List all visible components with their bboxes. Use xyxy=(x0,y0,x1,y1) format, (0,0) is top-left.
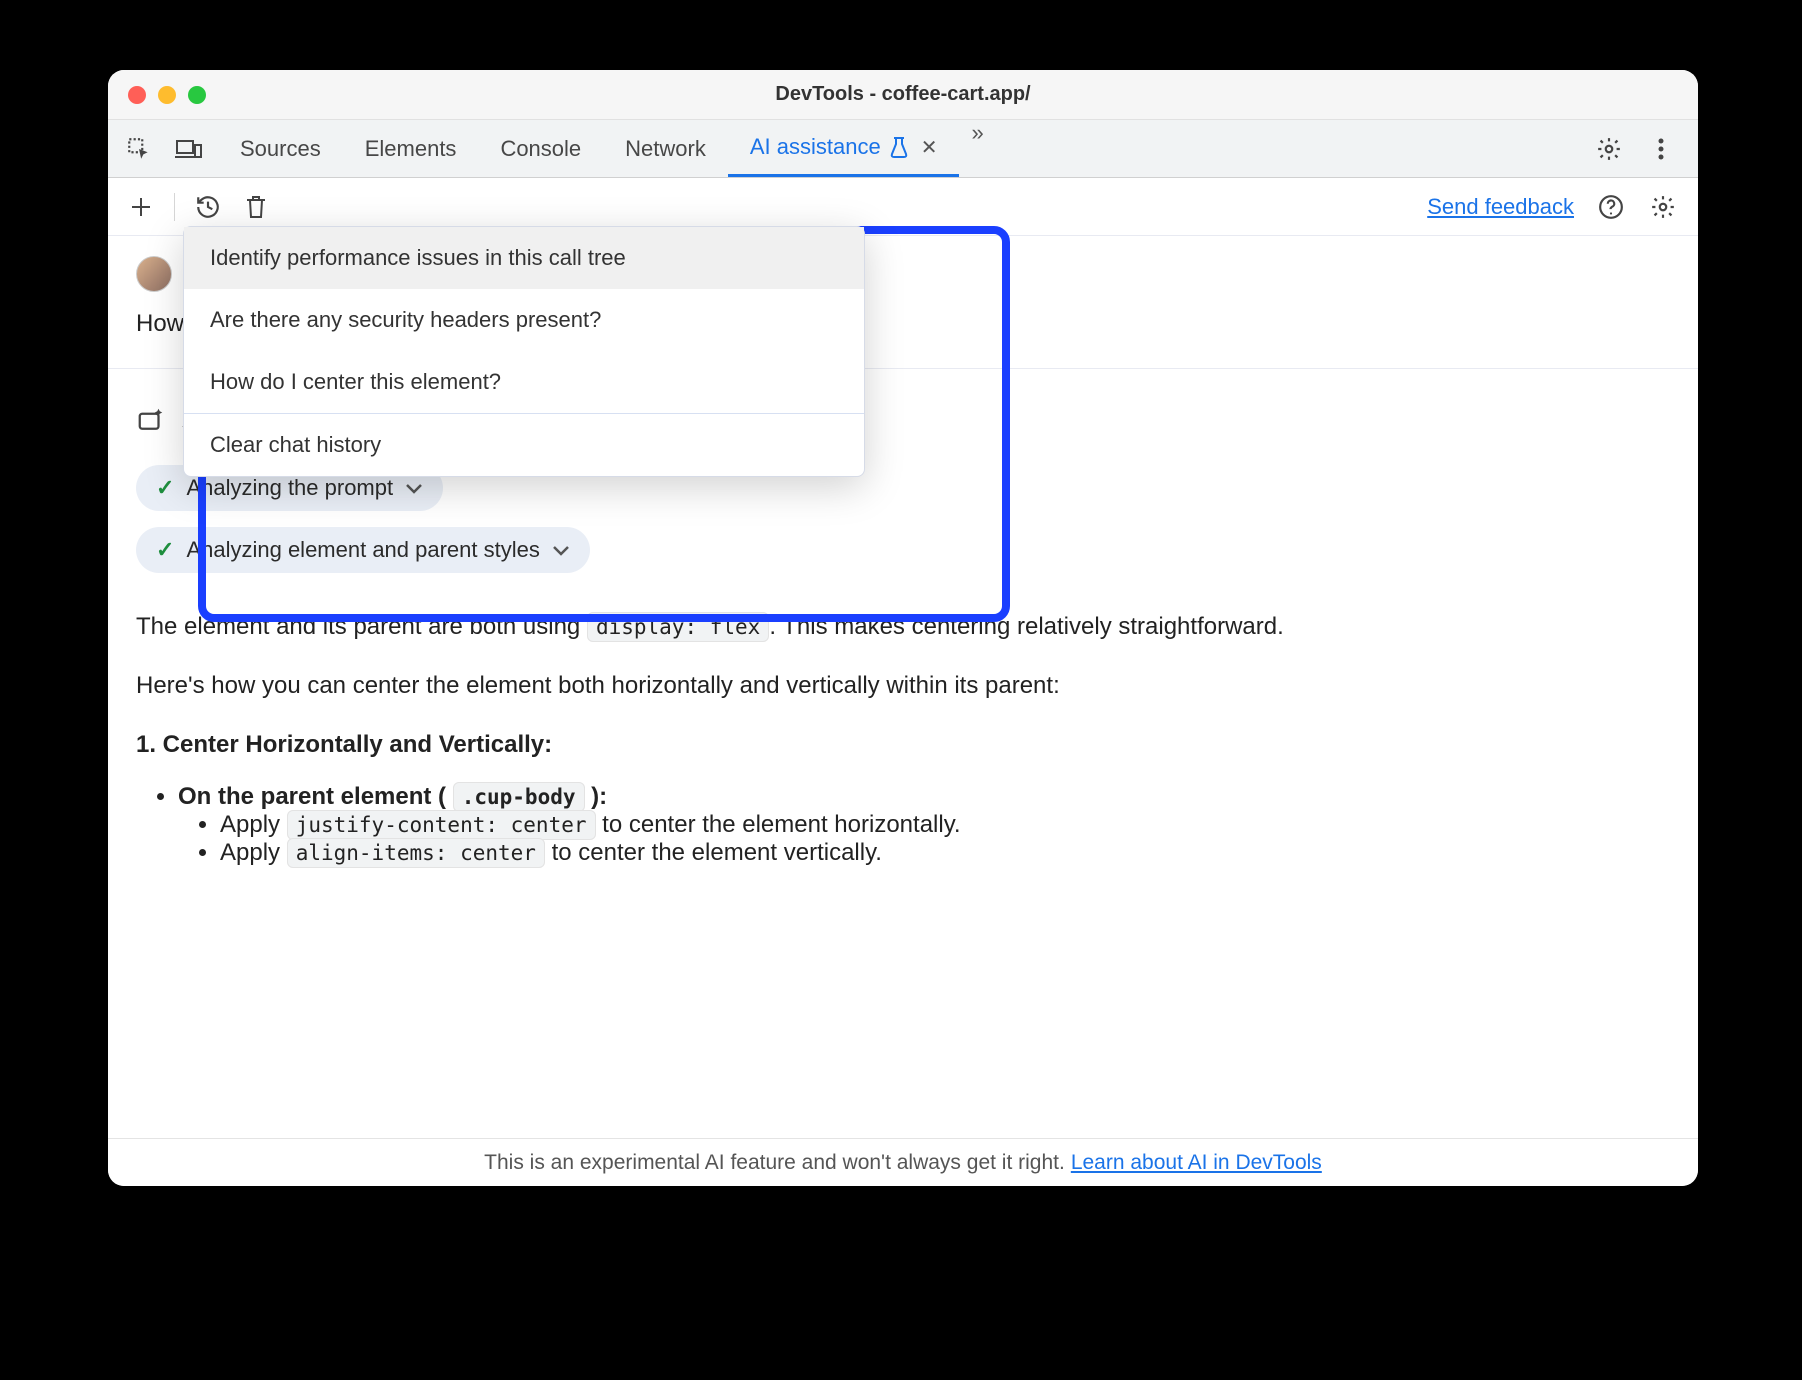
send-feedback-link[interactable]: Send feedback xyxy=(1427,194,1574,220)
history-item[interactable]: How do I center this element? xyxy=(184,351,864,413)
check-icon: ✓ xyxy=(156,475,174,501)
history-item[interactable]: Identify performance issues in this call… xyxy=(184,227,864,289)
kebab-menu-icon[interactable] xyxy=(1646,134,1676,164)
delete-icon[interactable] xyxy=(241,192,271,222)
divider xyxy=(174,193,175,221)
avatar xyxy=(136,256,172,292)
tabbar: Sources Elements Console Network AI assi… xyxy=(108,120,1698,178)
list-item: On the parent element ( .cup-body ): App… xyxy=(178,783,1670,867)
window-title: DevTools - coffee-cart.app/ xyxy=(108,83,1698,106)
code-inline: align-items: center xyxy=(287,838,545,868)
analyzing-styles-chip[interactable]: ✓ Analyzing element and parent styles xyxy=(136,527,590,573)
tab-sources[interactable]: Sources xyxy=(218,120,343,177)
device-toolbar-icon[interactable] xyxy=(174,134,204,164)
new-chat-icon[interactable] xyxy=(126,192,156,222)
panel-settings-gear-icon[interactable] xyxy=(1648,192,1678,222)
list-item: Apply align-items: center to center the … xyxy=(220,839,1670,867)
more-tabs-icon[interactable]: » xyxy=(959,120,995,177)
code-inline: display: flex xyxy=(587,612,769,642)
help-icon[interactable] xyxy=(1596,192,1626,222)
settings-gear-icon[interactable] xyxy=(1594,134,1624,164)
tab-label: Sources xyxy=(240,136,321,162)
close-tab-icon[interactable]: ✕ xyxy=(921,135,938,160)
tab-label: AI assistance xyxy=(750,134,881,160)
history-popup: Identify performance issues in this call… xyxy=(183,226,865,477)
footer-link[interactable]: Learn about AI in DevTools xyxy=(1071,1151,1322,1175)
clear-history-item[interactable]: Clear chat history xyxy=(184,414,864,476)
footer-banner: This is an experimental AI feature and w… xyxy=(108,1138,1698,1186)
code-inline: .cup-body xyxy=(453,782,585,812)
inspect-icon[interactable] xyxy=(124,134,154,164)
code-inline: justify-content: center xyxy=(287,810,596,840)
history-icon[interactable] xyxy=(193,192,223,222)
bullet-list: On the parent element ( .cup-body ): App… xyxy=(136,783,1670,867)
chip-label: Analyzing element and parent styles xyxy=(186,537,539,563)
history-item[interactable]: Are there any security headers present? xyxy=(184,289,864,351)
tab-elements[interactable]: Elements xyxy=(343,120,479,177)
chevron-down-icon xyxy=(405,482,423,494)
chevron-down-icon xyxy=(552,544,570,556)
chip-label: Analyzing the prompt xyxy=(186,475,393,501)
ai-paragraph: The element and its parent are both usin… xyxy=(136,607,1670,648)
flask-icon xyxy=(889,136,909,158)
tab-label: Network xyxy=(625,136,706,162)
list-item: Apply justify-content: center to center … xyxy=(220,811,1670,839)
footer-text: This is an experimental AI feature and w… xyxy=(484,1151,1065,1175)
tab-ai-assistance[interactable]: AI assistance ✕ xyxy=(728,120,960,177)
titlebar: DevTools - coffee-cart.app/ xyxy=(108,70,1698,120)
ai-paragraph: Here's how you can center the element bo… xyxy=(136,666,1670,707)
ai-sparkle-icon xyxy=(136,405,166,435)
tab-label: Console xyxy=(500,136,581,162)
check-icon: ✓ xyxy=(156,537,174,563)
tab-label: Elements xyxy=(365,136,457,162)
ai-heading: 1. Center Horizontally and Vertically: xyxy=(136,725,1670,766)
tab-console[interactable]: Console xyxy=(478,120,603,177)
tab-network[interactable]: Network xyxy=(603,120,728,177)
devtools-window: DevTools - coffee-cart.app/ Sources Elem… xyxy=(108,70,1698,1186)
